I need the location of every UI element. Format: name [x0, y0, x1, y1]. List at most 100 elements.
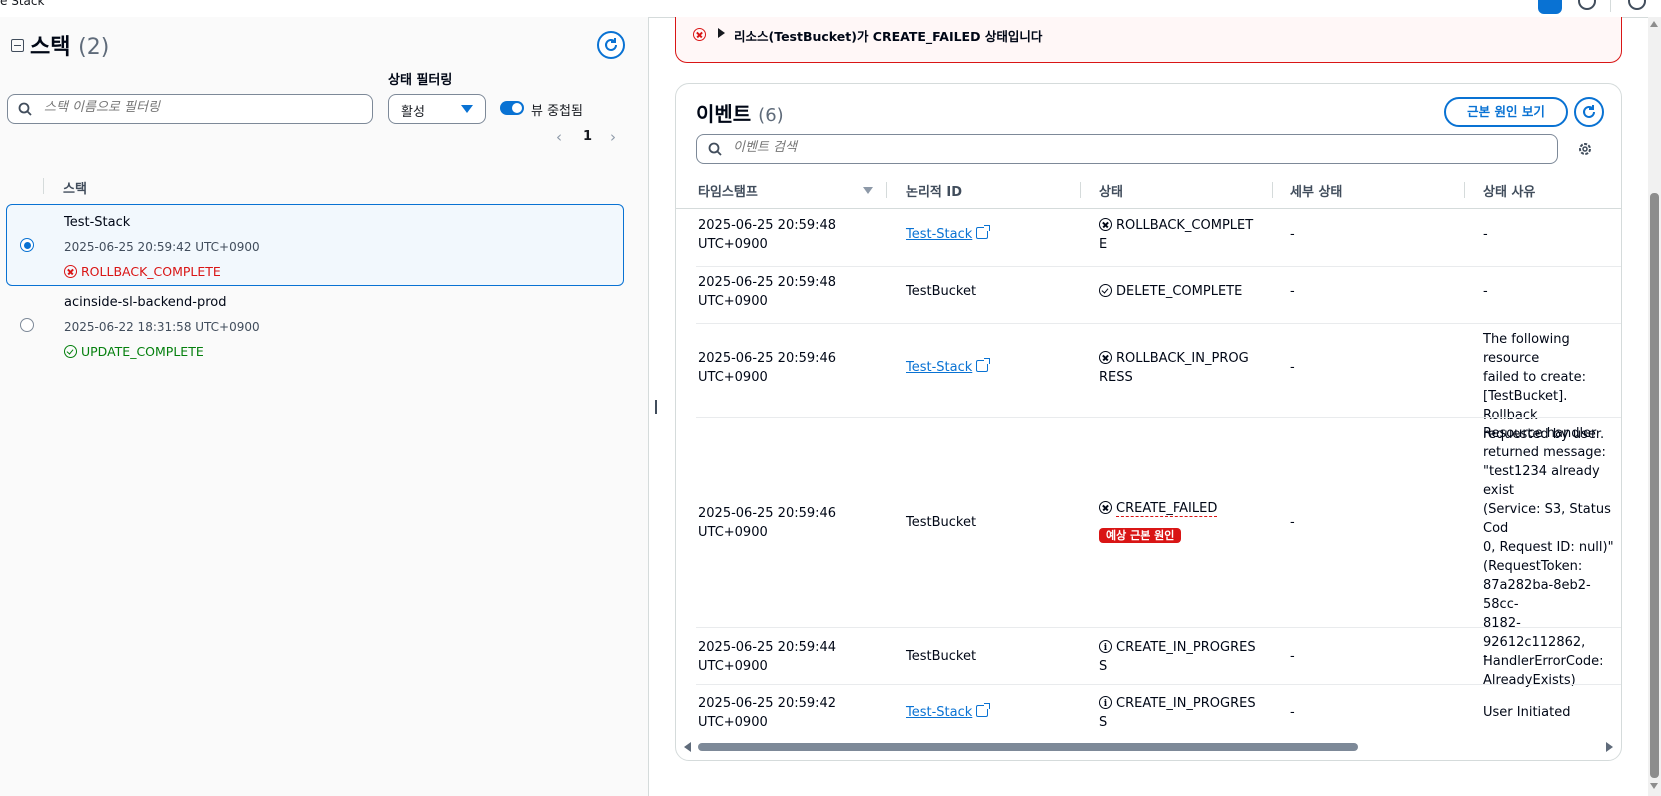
reason-line: "test1234 already exist: [1483, 464, 1600, 498]
scroll-down-icon[interactable]: [1650, 783, 1658, 789]
event-search-field[interactable]: [696, 134, 1558, 164]
top-bar: e Stack: [0, 0, 1661, 18]
error-alert: 리소스(TestBucket)가 CREATE_FAILED 상태입니다: [675, 17, 1622, 63]
logical-id-text[interactable]: Test-Stack: [906, 705, 972, 720]
scroll-thumb[interactable]: [698, 743, 1358, 751]
status-reason: -: [1483, 649, 1488, 664]
stack-row[interactable]: acinside-sl-backend-prod 2025-06-22 18:3…: [6, 285, 624, 365]
stack-search-input[interactable]: [42, 99, 346, 116]
row-divider: [696, 266, 1621, 267]
success-icon: [64, 345, 77, 358]
caret-down-icon: [461, 105, 473, 113]
logical-id: TestBucket: [906, 649, 977, 664]
scroll-left-icon[interactable]: [684, 742, 691, 752]
collapse-icon[interactable]: [11, 39, 24, 52]
status-text: ROLLBACK_COMPLET: [1116, 218, 1254, 233]
column-divider[interactable]: [1080, 182, 1081, 198]
status-text-cont: S: [1099, 659, 1108, 674]
breadcrumb[interactable]: e Stack: [0, 0, 44, 8]
stack-name: acinside-sl-backend-prod: [64, 295, 227, 310]
logical-id: TestBucket: [906, 515, 977, 530]
gear-icon[interactable]: [1577, 141, 1593, 157]
timestamp-tz: UTC+0900: [698, 715, 768, 730]
page-number[interactable]: 1: [583, 129, 592, 144]
reason-line: [TestBucket]. Rollback: [1483, 389, 1568, 423]
status-text[interactable]: CREATE_FAILED: [1116, 501, 1218, 517]
col-status-reason[interactable]: 상태 사유: [1483, 181, 1535, 200]
col-detail-status[interactable]: 세부 상태: [1290, 181, 1342, 200]
alert-message[interactable]: 리소스(TestBucket)가 CREATE_FAILED 상태입니다: [734, 26, 1042, 45]
header-divider: [676, 208, 1621, 209]
reason-line: Resource handler: [1483, 426, 1597, 441]
status-filter-value: 활성: [401, 105, 425, 120]
search-icon: [18, 102, 32, 116]
panel-resize-handle[interactable]: [655, 400, 657, 414]
stack-search-field[interactable]: [7, 94, 373, 124]
expand-caret-icon[interactable]: [718, 28, 725, 38]
col-logical-id[interactable]: 논리적 ID: [906, 181, 962, 200]
stacks-title-label: 스택: [30, 35, 71, 60]
column-divider[interactable]: [886, 182, 887, 198]
event-search-input[interactable]: [731, 139, 1035, 156]
column-divider[interactable]: [1272, 182, 1273, 198]
events-container: 이벤트 (6) 근본 원인 보기 타임스탬프 논리적 ID 상태 세부 상태 상…: [675, 83, 1622, 761]
col-timestamp[interactable]: 타임스탬프: [698, 181, 758, 200]
refresh-icon: [1583, 105, 1595, 118]
stack-radio[interactable]: [20, 318, 34, 332]
page-scrollbar[interactable]: [1648, 17, 1661, 796]
status-text: CREATE_IN_PROGRES: [1116, 696, 1256, 711]
timestamp-tz: UTC+0900: [698, 659, 768, 674]
prev-page-icon[interactable]: ‹: [556, 128, 562, 146]
status-reason: User Initiated: [1483, 705, 1571, 720]
reason-line: (Service: S3, Status Cod: [1483, 502, 1611, 536]
next-page-icon[interactable]: ›: [610, 128, 616, 146]
scroll-up-icon[interactable]: [1650, 21, 1658, 27]
settings-icon[interactable]: [1628, 0, 1646, 10]
event-status: CREATE_IN_PROGRES S: [1099, 694, 1256, 732]
error-icon: [1099, 351, 1112, 364]
logical-id-text[interactable]: Test-Stack: [906, 227, 972, 242]
reason-line: failed to create:: [1483, 370, 1586, 385]
detail-status: -: [1290, 649, 1295, 664]
column-divider[interactable]: [1464, 182, 1465, 198]
column-divider: [43, 178, 44, 194]
events-title: 이벤트 (6): [696, 98, 784, 127]
refresh-events-button[interactable]: [1574, 97, 1604, 127]
col-status[interactable]: 상태: [1099, 181, 1123, 200]
search-icon: [708, 142, 722, 156]
status-filter-select[interactable]: 활성: [388, 94, 486, 124]
reason-line: 8182-92612c112862,: [1483, 616, 1586, 650]
events-count: (6): [758, 105, 784, 126]
detail-status: -: [1290, 515, 1295, 530]
reason-line: (RequestToken:: [1483, 559, 1583, 574]
event-status: DELETE_COMPLETE: [1099, 282, 1242, 301]
event-status[interactable]: CREATE_FAILED: [1099, 499, 1218, 518]
reason-line: returned message:: [1483, 445, 1606, 460]
stack-status: ROLLBACK_COMPLETE: [64, 264, 221, 279]
external-link-icon: [976, 358, 991, 372]
scroll-right-icon[interactable]: [1606, 742, 1613, 752]
logical-id-text[interactable]: Test-Stack: [906, 360, 972, 375]
row-divider: [696, 323, 1621, 324]
scroll-thumb[interactable]: [1650, 193, 1659, 778]
status-text-cont: RESS: [1099, 370, 1133, 385]
row-divider: [696, 417, 1621, 418]
root-cause-button[interactable]: 근본 원인 보기: [1444, 97, 1568, 127]
timestamp-date: 2025-06-25 20:59:48: [698, 218, 837, 233]
logical-id-link[interactable]: Test-Stack: [906, 358, 991, 377]
event-timestamp: 2025-06-25 20:59:44 UTC+0900: [698, 638, 836, 676]
stack-status-text: UPDATE_COMPLETE: [81, 344, 204, 359]
stack-row[interactable]: Test-Stack 2025-06-25 20:59:42 UTC+0900 …: [6, 204, 624, 286]
sort-desc-icon[interactable]: [863, 187, 873, 194]
help-icon[interactable]: [1578, 0, 1596, 10]
timestamp-date: 2025-06-25 20:59:42: [698, 696, 837, 711]
panel-icon[interactable]: [1538, 0, 1562, 14]
horizontal-scrollbar[interactable]: [681, 741, 1616, 753]
event-status: ROLLBACK_COMPLET E: [1099, 216, 1253, 254]
nested-view-toggle[interactable]: [500, 101, 524, 115]
logical-id-link[interactable]: Test-Stack: [906, 703, 991, 722]
stack-radio[interactable]: [20, 238, 34, 252]
reason-line: 0, Request ID: null)": [1483, 540, 1614, 555]
logical-id-link[interactable]: Test-Stack: [906, 225, 991, 244]
refresh-stacks-button[interactable]: [597, 31, 625, 59]
